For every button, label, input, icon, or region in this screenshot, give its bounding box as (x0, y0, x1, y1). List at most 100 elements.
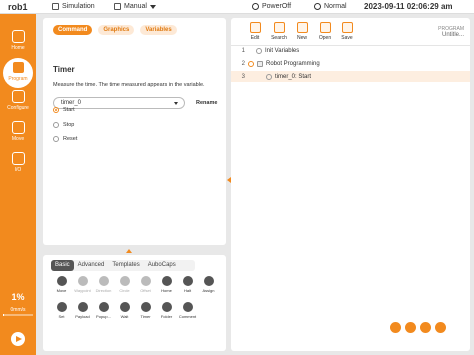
tree-row[interactable]: 1 Init Variables (231, 45, 470, 56)
direction-icon (98, 276, 109, 286)
power-button[interactable]: PowerOff (252, 3, 304, 10)
init-variables-icon (256, 47, 262, 54)
tool-label: Save (341, 35, 353, 41)
tree-node: timer_0: Start (266, 73, 312, 80)
sidebar-item-move[interactable]: Move (0, 121, 36, 151)
cmd-label: Comment (178, 314, 197, 319)
cmd-offset[interactable]: Offset (135, 276, 156, 293)
command-tabs: Basic Advanced Templates AuboCaps (51, 260, 195, 271)
tree-row[interactable]: 2 Robot Programming (231, 58, 470, 69)
program-icon (11, 61, 25, 74)
tool-label: Open (318, 35, 332, 41)
radio-reset[interactable]: Reset (53, 136, 77, 142)
new-file-icon (296, 22, 308, 33)
speed-value: 1% (11, 292, 25, 302)
cmd-comment[interactable]: Comment (177, 302, 198, 319)
cmd-halt[interactable]: Halt (177, 276, 198, 293)
offset-icon (140, 276, 151, 286)
cut-icon[interactable] (420, 322, 431, 333)
copy-icon[interactable] (390, 322, 401, 333)
sidebar-item-io[interactable]: I/O (0, 152, 36, 182)
radio-start[interactable]: Start (53, 107, 75, 113)
cmd-timer[interactable]: Timer (135, 302, 156, 319)
cmd-label: Wait (120, 314, 129, 319)
tree-node-label: Robot Programming (266, 60, 320, 67)
variable-select-row: timer_0 Rename (53, 97, 224, 109)
radio-icon (53, 122, 59, 128)
program-name[interactable]: Untitle... (442, 32, 464, 38)
sidebar-item-label: Move (11, 136, 25, 142)
open-button[interactable]: Open (315, 22, 335, 41)
timer-description: Measure the time. The time measured appe… (53, 82, 205, 88)
power-label: PowerOff (262, 3, 292, 10)
radio-stop[interactable]: Stop (53, 122, 74, 128)
search-icon (273, 22, 285, 33)
sidebar-item-program[interactable]: Program (0, 61, 36, 91)
tab-graphics[interactable]: Graphics (98, 25, 135, 35)
manual-icon (114, 3, 121, 10)
folder-icon (161, 302, 172, 312)
sidebar-item-configure[interactable]: Configure (0, 90, 36, 120)
line-number: 2 (241, 60, 245, 67)
play-button[interactable] (11, 332, 25, 346)
cmd-popup[interactable]: Popup... (93, 302, 114, 319)
delete-icon[interactable] (435, 322, 446, 333)
cmd-label: Set (58, 314, 65, 319)
cmd-direction[interactable]: Direction (93, 276, 114, 293)
cmd-payload[interactable]: Payload (72, 302, 93, 319)
cmd-folder[interactable]: Folder (156, 302, 177, 319)
waypoint-icon (77, 276, 88, 286)
cmd-move[interactable]: Move (51, 276, 72, 293)
configure-icon (11, 90, 25, 103)
tree-node-label: timer_0: Start (275, 73, 312, 80)
collapse-up-icon[interactable] (126, 249, 132, 253)
tab-advanced[interactable]: Advanced (74, 260, 109, 271)
wait-icon (119, 302, 130, 312)
edit-button[interactable]: Edit (245, 22, 265, 41)
rename-button[interactable]: Rename (196, 100, 217, 106)
save-button[interactable]: Save (337, 22, 357, 41)
io-icon (11, 152, 25, 165)
speed-unit: 0mm/s (10, 307, 26, 313)
radio-label: Start (63, 107, 75, 113)
tree-row-selected[interactable]: 3 timer_0: Start (231, 71, 470, 82)
cmd-label: Payload (75, 314, 90, 319)
radio-label: Stop (63, 122, 75, 128)
tool-label: Edit (250, 35, 260, 41)
cmd-label: Halt (183, 288, 192, 293)
robot-name: rob1 (8, 1, 28, 12)
cmd-home[interactable]: Home (156, 276, 177, 293)
cmd-label: Popup... (96, 314, 111, 319)
cmd-set[interactable]: Set (51, 302, 72, 319)
mode-label: Manual (124, 3, 147, 10)
cmd-label: Move (56, 288, 67, 293)
chevron-down-icon (174, 102, 178, 105)
cmd-circle[interactable]: Circle (114, 276, 135, 293)
cmd-waypoint[interactable]: Waypoint (72, 276, 93, 293)
comment-icon (182, 302, 193, 312)
cmd-wait[interactable]: Wait (114, 302, 135, 319)
move-cmd-icon (56, 276, 67, 286)
tree-node: Init Variables (256, 47, 299, 54)
save-icon (341, 22, 353, 33)
tool-label: Search (271, 35, 287, 41)
speed-slider[interactable] (3, 314, 33, 316)
paste-icon[interactable] (405, 322, 416, 333)
tab-templates[interactable]: Templates (108, 260, 143, 271)
search-button[interactable]: Search (269, 22, 289, 41)
status-label: Normal (324, 3, 347, 10)
mode-dropdown[interactable]: Manual (114, 3, 164, 10)
simulation-toggle[interactable]: Simulation (52, 3, 104, 10)
cmd-assign[interactable]: Assign (198, 276, 219, 293)
tab-aubocaps[interactable]: AuboCaps (144, 260, 180, 271)
tab-command[interactable]: Command (53, 25, 93, 35)
expand-icon[interactable] (248, 60, 254, 67)
new-button[interactable]: New (292, 22, 312, 41)
tab-basic[interactable]: Basic (51, 260, 74, 271)
command-config-panel: Command Graphics Variables Timer Measure… (43, 18, 226, 245)
tab-variables[interactable]: Variables (140, 25, 177, 35)
sidebar-item-label: Program (8, 76, 28, 82)
sidebar-item-home[interactable]: Home (0, 30, 36, 60)
circle-icon (119, 276, 130, 286)
cmd-label: Folder (160, 314, 173, 319)
